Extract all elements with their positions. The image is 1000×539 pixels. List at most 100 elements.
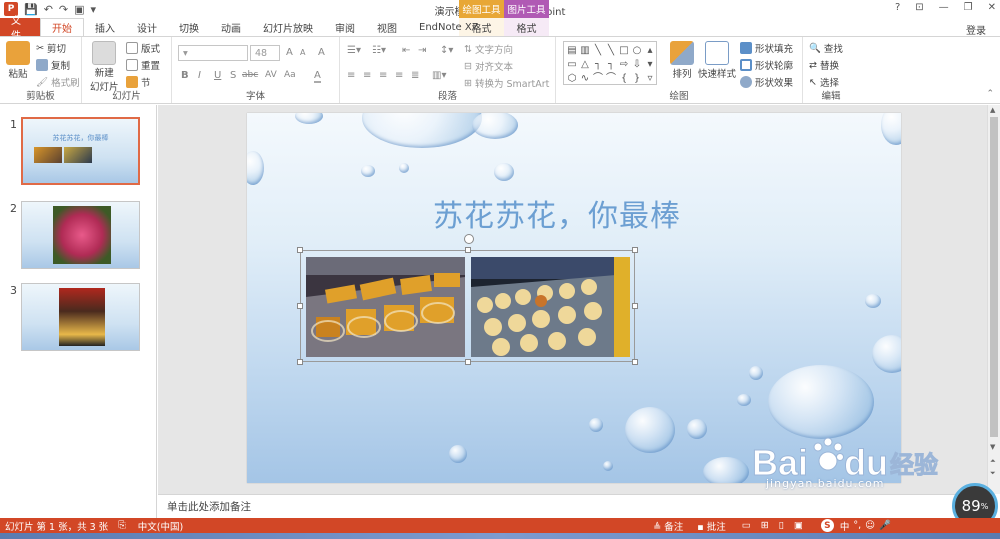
line-shape-icon[interactable]: ╲: [592, 44, 604, 57]
arrange-button[interactable]: 排列: [670, 41, 694, 80]
undo-icon[interactable]: ↶: [44, 3, 53, 16]
restore-button[interactable]: ❐: [964, 2, 973, 13]
tab-slideshow[interactable]: 幻灯片放映: [252, 18, 324, 36]
brace-left-shape-icon[interactable]: {: [618, 72, 630, 85]
cut-button[interactable]: ✂ 剪切: [36, 41, 66, 56]
find-button[interactable]: 🔍 查找: [809, 41, 843, 56]
shape-fill-button[interactable]: 形状填充: [740, 41, 793, 55]
customize-qat-icon[interactable]: ▾: [91, 3, 97, 16]
thumbnail-2[interactable]: 2: [0, 201, 157, 273]
elbow-shape-icon[interactable]: ┐: [592, 58, 604, 71]
more-shapes-icon[interactable]: ▿: [644, 72, 656, 85]
italic-button[interactable]: I: [198, 70, 201, 81]
resize-handle[interactable]: [465, 247, 471, 253]
tab-home[interactable]: 开始: [40, 18, 84, 36]
increase-indent-icon[interactable]: ⇥: [418, 45, 426, 56]
resize-handle[interactable]: [632, 359, 638, 365]
thumbnail-3[interactable]: 3: [0, 283, 157, 355]
slideshow-view-icon[interactable]: ▣: [794, 520, 803, 531]
fried-food-photo[interactable]: [306, 257, 465, 357]
shrink-font-button[interactable]: A: [300, 48, 305, 57]
scroll-up-arrow-icon[interactable]: ▲: [990, 106, 995, 114]
selected-picture-group[interactable]: [297, 234, 638, 365]
ribbon-display-button[interactable]: ⊡: [915, 2, 923, 13]
curve-shape-icon[interactable]: ∿: [579, 72, 591, 85]
arrow-right-shape-icon[interactable]: ⇨: [618, 58, 630, 71]
notes-toggle-button[interactable]: ≜ 备注: [653, 519, 683, 533]
resize-handle[interactable]: [632, 247, 638, 253]
text-direction-button[interactable]: ⇅ 文字方向: [464, 42, 513, 57]
select-button[interactable]: ↖ 选择: [809, 75, 839, 90]
resize-handle[interactable]: [297, 247, 303, 253]
tab-insert[interactable]: 插入: [84, 18, 126, 36]
font-color-button[interactable]: A: [314, 70, 321, 83]
justify-icon[interactable]: ≡: [395, 70, 403, 81]
scroll-down-icon[interactable]: ▾: [644, 58, 656, 71]
slide-title[interactable]: 苏花苏花，你最棒: [433, 191, 681, 235]
tab-review[interactable]: 审阅: [324, 18, 366, 36]
resize-handle[interactable]: [465, 359, 471, 365]
triangle-shape-icon[interactable]: △: [579, 58, 591, 71]
ime-punct-icon[interactable]: °,: [853, 520, 861, 531]
numbering-icon[interactable]: ☷▾: [372, 45, 386, 56]
new-slide-button[interactable]: 新建 幻灯片: [90, 41, 119, 93]
font-name-select[interactable]: ▾: [178, 45, 248, 61]
vertical-scrollbar[interactable]: ▲ ▼ ⏶ ⏷: [987, 105, 1000, 494]
resize-handle[interactable]: [297, 303, 303, 309]
oval-shape-icon[interactable]: ○: [631, 44, 643, 57]
line2-shape-icon[interactable]: ╲: [605, 44, 617, 57]
dim-sum-photo[interactable]: [471, 257, 630, 357]
reset-button[interactable]: 重置: [126, 58, 160, 72]
thumbnail-slide-1[interactable]: 苏花苏花，你最棒: [21, 117, 140, 185]
align-left-icon[interactable]: ≡: [347, 70, 355, 81]
replace-button[interactable]: ⇄ 替换: [809, 58, 839, 73]
scroll-down-arrow-icon[interactable]: ▼: [990, 443, 995, 451]
distribute-icon[interactable]: ≣: [411, 70, 419, 81]
slide-canvas[interactable]: 苏花苏花，你最棒: [247, 113, 901, 483]
underline-button[interactable]: U: [214, 70, 221, 81]
tab-file[interactable]: 文件: [0, 16, 40, 42]
align-center-icon[interactable]: ≡: [363, 70, 371, 81]
paste-button[interactable]: 粘贴: [6, 41, 30, 80]
brace-right-shape-icon[interactable]: }: [631, 72, 643, 85]
language-indicator[interactable]: 中文(中国): [138, 519, 183, 533]
textbox-shape-icon[interactable]: ▤: [566, 44, 578, 57]
copy-button[interactable]: 复制: [36, 58, 70, 72]
scrollbar-thumb[interactable]: [990, 117, 998, 437]
redo-icon[interactable]: ↷: [59, 3, 68, 16]
tab-transitions[interactable]: 切换: [168, 18, 210, 36]
rounded-rect-shape-icon[interactable]: ▭: [566, 58, 578, 71]
decrease-indent-icon[interactable]: ⇤: [402, 45, 410, 56]
ime-chinese-icon[interactable]: 中: [840, 519, 850, 533]
shape-outline-button[interactable]: 形状轮廓: [740, 58, 793, 72]
start-from-beginning-icon[interactable]: ▣: [74, 3, 84, 16]
resize-handle[interactable]: [632, 303, 638, 309]
reading-view-icon[interactable]: ▯: [779, 520, 784, 531]
thumbnail-1[interactable]: 1 苏花苏花，你最棒: [0, 117, 157, 189]
hexagon-shape-icon[interactable]: ⬡: [566, 72, 578, 85]
rotate-handle[interactable]: [464, 234, 474, 244]
resize-handle[interactable]: [297, 359, 303, 365]
scroll-up-icon[interactable]: ▴: [644, 44, 656, 57]
thumbnail-slide-2[interactable]: [21, 201, 140, 269]
font-size-select[interactable]: 48: [250, 45, 280, 61]
format-painter-button[interactable]: 🖌 格式刷: [36, 75, 80, 90]
notes-pane[interactable]: 单击此处添加备注: [158, 494, 987, 518]
grow-font-button[interactable]: A: [286, 47, 293, 58]
align-right-icon[interactable]: ≡: [379, 70, 387, 81]
ime-emoji-icon[interactable]: ☺: [865, 520, 875, 531]
minimize-button[interactable]: —: [939, 2, 949, 13]
shapes-gallery[interactable]: ▤ ▥ ╲ ╲ □ ○ ▴ ▭ △ ┐ ┐ ⇨ ⇩ ▾ ⬡ ∿ ⌒ ⌒{} ▿: [563, 41, 657, 85]
layout-button[interactable]: 版式: [126, 41, 160, 55]
sogou-ime-icon[interactable]: S: [820, 519, 834, 532]
shape-effects-button[interactable]: 形状效果: [740, 75, 793, 89]
tab-endnote[interactable]: EndNote X7: [408, 18, 489, 36]
next-slide-icon[interactable]: ⏷: [990, 469, 996, 478]
char-spacing-button[interactable]: AV: [265, 70, 277, 80]
slide-sorter-icon[interactable]: ⊞: [761, 520, 769, 531]
vertical-textbox-shape-icon[interactable]: ▥: [579, 44, 591, 57]
change-case-button[interactable]: Aa: [284, 70, 296, 80]
slide-thumbnail-pane[interactable]: 1 苏花苏花，你最棒 2 3: [0, 105, 157, 518]
bullets-icon[interactable]: ☰▾: [347, 45, 361, 56]
rect-shape-icon[interactable]: □: [618, 44, 630, 57]
